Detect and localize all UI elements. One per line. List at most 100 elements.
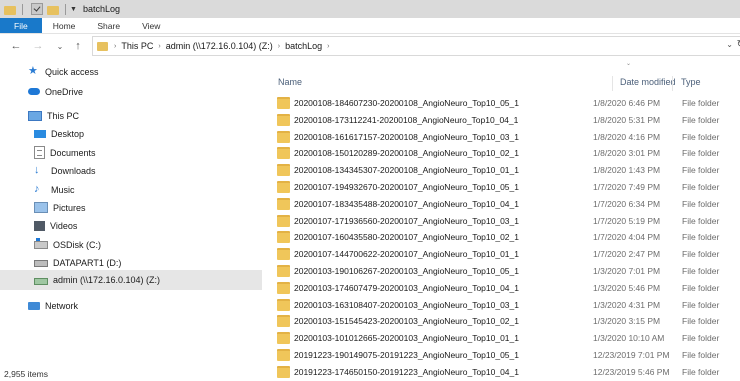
file-name: 20200108-184607230-20200108_AngioNeuro_T… [294,98,519,108]
sidebar-item-pictures[interactable]: Pictures [34,198,86,217]
new-folder-icon[interactable] [47,5,59,15]
file-row[interactable]: 20200103-190106267-20200103_AngioNeuro_T… [277,263,740,279]
sidebar-item-music[interactable]: ♪ Music [34,180,75,199]
file-row[interactable]: 20200108-184607230-20200108_AngioNeuro_T… [277,95,740,111]
customize-quick-access-icon[interactable]: ▼ [70,6,77,13]
properties-icon[interactable] [31,3,43,15]
file-date-modified: 1/7/2020 4:04 PM [593,232,661,243]
navigation-bar: ← → ⌄ ↑ › This PC › admin (\\172.16.0.10… [0,34,740,58]
column-divider[interactable] [672,76,673,91]
sidebar-item-label: Downloads [51,165,96,176]
forward-arrow-icon[interactable]: → [30,40,46,52]
file-date-modified: 1/3/2020 7:01 PM [593,266,661,276]
folder-icon [277,248,290,261]
folder-icon [277,181,290,193]
sidebar-item-label: admin (\\172.16.0.104) (Z:) [53,275,161,285]
pictures-icon [34,202,48,213]
folder-icon [97,41,108,51]
sidebar-item-label: Music [51,184,75,195]
file-date-modified: 1/3/2020 4:31 PM [593,299,661,310]
chevron-right-icon[interactable]: › [114,43,116,50]
sidebar-item-this-pc[interactable]: This PC [28,106,79,125]
file-row[interactable]: 20200107-160435580-20200107_AngioNeuro_T… [277,229,740,245]
file-row[interactable]: 20200103-174607479-20200103_AngioNeuro_T… [277,280,740,296]
file-type: File folder [682,131,720,142]
file-name: 20200103-101012665-20200103_AngioNeuro_T… [294,333,519,344]
tab-view[interactable]: View [131,18,171,33]
folder-icon [4,5,16,15]
sidebar-item-label: OneDrive [45,86,84,97]
file-date-modified: 1/7/2020 5:19 PM [593,215,661,226]
folder-icon [277,281,290,294]
tab-file[interactable]: File [0,18,42,33]
sidebar-item-osdisk[interactable]: OSDisk (C:) [34,235,101,254]
file-row[interactable]: 20200108-150120289-20200108_AngioNeuro_T… [277,145,740,161]
file-row[interactable]: 20200103-151545423-20200103_AngioNeuro_T… [277,313,740,329]
sidebar-item-onedrive[interactable]: OneDrive [28,82,83,101]
sidebar-item-admin-drive[interactable]: admin (\\172.16.0.104) (Z:) [0,270,262,290]
file-date-modified: 1/8/2020 5:31 PM [593,114,661,125]
file-row[interactable]: 20200107-183435488-20200107_AngioNeuro_T… [277,196,740,212]
tab-share[interactable]: Share [86,18,131,33]
address-bar[interactable]: › This PC › admin (\\172.16.0.104) (Z:) … [92,36,740,56]
sidebar-item-label: This PC [47,110,80,121]
sidebar-item-documents[interactable]: Documents [34,143,96,162]
file-type: File folder [682,350,720,360]
file-name: 20200108-173112241-20200108_AngioNeuro_T… [294,114,519,125]
column-divider[interactable] [612,76,613,91]
file-row[interactable]: 20200103-101012665-20200103_AngioNeuro_T… [277,330,740,346]
recent-locations-chevron-icon[interactable]: ⌄ [54,42,66,51]
navigation-pane: ★ Quick access OneDrive This PC Desktop … [0,58,262,368]
sidebar-item-label: Pictures [53,202,86,213]
column-header-name[interactable]: Name [278,77,302,87]
file-name: 20200107-160435580-20200107_AngioNeuro_T… [294,232,519,243]
column-header-date-modified[interactable]: Date modified [620,77,676,87]
file-type: File folder [682,165,720,176]
file-row[interactable]: 20200103-163108407-20200103_AngioNeuro_T… [277,297,740,313]
star-icon: ★ [28,65,38,77]
sidebar-item-downloads[interactable]: ↓ Downloads [34,161,96,180]
file-row[interactable]: 20191223-190149075-20191223_AngioNeuro_T… [277,347,740,363]
sidebar-item-label: OSDisk (C:) [53,239,101,250]
file-row[interactable]: 20200107-144700622-20200107_AngioNeuro_T… [277,246,740,262]
chevron-right-icon[interactable]: › [327,43,329,50]
file-name: 20200107-144700622-20200107_AngioNeuro_T… [294,249,519,260]
file-row[interactable]: 20191223-174650150-20191223_AngioNeuro_T… [277,364,740,380]
address-history-dropdown-icon[interactable]: ⌄ [726,40,733,49]
file-name: 20200108-150120289-20200108_AngioNeuro_T… [294,148,519,159]
file-row[interactable]: 20200108-134345307-20200108_AngioNeuro_T… [277,162,740,178]
file-name: 20200103-190106267-20200103_AngioNeuro_T… [294,266,519,276]
sidebar-item-desktop[interactable]: Desktop [34,124,84,143]
desktop-icon [34,129,46,138]
file-type: File folder [682,148,720,159]
refresh-icon[interactable]: ↻ [737,39,740,50]
sidebar-item-videos[interactable]: Videos [34,216,77,235]
network-icon [28,301,40,310]
breadcrumb-batchlog[interactable]: batchLog [285,41,322,51]
breadcrumb-admin-drive[interactable]: admin (\\172.16.0.104) (Z:) [166,41,273,51]
file-row[interactable]: 20200108-173112241-20200108_AngioNeuro_T… [277,112,740,128]
file-type: File folder [682,282,720,293]
folder-icon [277,164,290,177]
sidebar-item-label: Network [45,300,79,311]
tab-home[interactable]: Home [42,18,87,33]
sidebar-item-network[interactable]: Network [28,296,78,315]
file-name: 20200107-171936560-20200107_AngioNeuro_T… [294,215,519,226]
file-date-modified: 12/23/2019 7:01 PM [593,350,670,360]
file-date-modified: 1/7/2020 2:47 PM [593,249,661,260]
file-row[interactable]: 20200107-171936560-20200107_AngioNeuro_T… [277,213,740,229]
documents-icon [34,146,45,159]
column-header-type[interactable]: Type [681,77,701,87]
title-bar: ▼ batchLog [0,0,740,18]
file-row[interactable]: 20200108-161617157-20200108_AngioNeuro_T… [277,129,740,145]
status-item-count: 2,955 items [4,369,48,379]
up-arrow-icon[interactable]: ↑ [70,40,86,52]
back-arrow-icon[interactable]: ← [8,40,24,52]
chevron-right-icon[interactable]: › [158,43,160,50]
chevron-right-icon[interactable]: › [278,43,280,50]
sidebar-item-quick-access[interactable]: ★ Quick access [28,62,99,81]
breadcrumb-this-pc[interactable]: This PC [121,41,153,51]
file-name: 20200103-163108407-20200103_AngioNeuro_T… [294,299,519,310]
cloud-icon [28,88,40,95]
file-row[interactable]: 20200107-194932670-20200107_AngioNeuro_T… [277,179,740,195]
